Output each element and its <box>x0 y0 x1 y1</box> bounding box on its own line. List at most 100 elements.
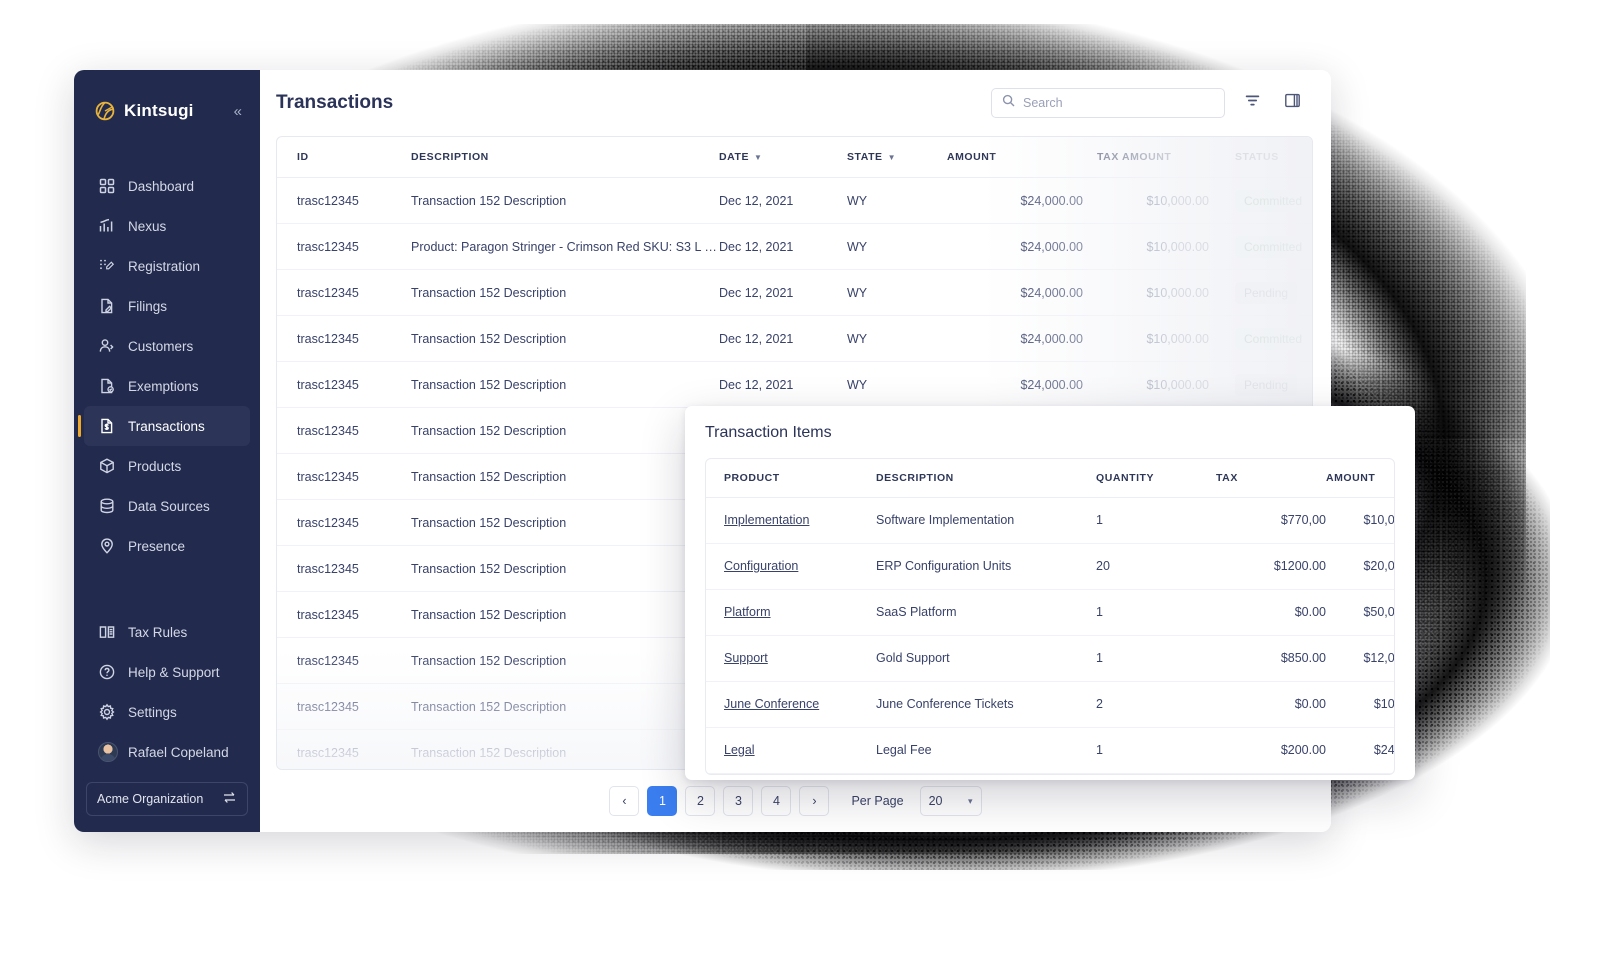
receipt-icon <box>98 417 116 435</box>
sidebar-item-customers[interactable]: Customers <box>84 326 250 366</box>
cell-product: Support <box>706 635 876 682</box>
sidebar-nav-secondary: Tax Rules Help & Support Settings Rafael… <box>74 612 260 778</box>
column-header-status[interactable]: STATUS <box>1227 137 1312 178</box>
cell-tax-amount: $10,000.00 <box>1097 269 1227 316</box>
column-header-description[interactable]: DESCRIPTION <box>395 137 719 178</box>
sidebar-item-filings[interactable]: Filings <box>84 286 250 326</box>
sidebar-item-nexus[interactable]: Nexus <box>84 206 250 246</box>
product-link[interactable]: Support <box>724 651 768 665</box>
cell-description: Transaction 152 Description <box>395 637 719 684</box>
brand-row: Kintsugi « <box>74 70 260 132</box>
column-header-tax-amount[interactable]: TAX AMOUNT <box>1097 137 1227 178</box>
transaction-items-table-body: Implementation Software Implementation 1 $7… <box>706 497 1394 774</box>
search-box[interactable] <box>991 88 1225 118</box>
pagination-prev-button[interactable]: ‹ <box>609 786 640 816</box>
cell-item-description: SaaS Platform <box>876 589 1096 636</box>
cell-amount: $24,000.00 <box>947 315 1097 362</box>
pagination-page-3[interactable]: 3 <box>723 786 754 816</box>
pagination-page-1[interactable]: 1 <box>647 786 678 816</box>
sidebar-item-label: Registration <box>128 258 201 274</box>
item-row: Configuration ERP Configuration Units 20 $1… <box>706 543 1394 590</box>
cell-status: Committed <box>1227 177 1312 224</box>
cell-item-description: June Conference Tickets <box>876 681 1096 728</box>
item-row: Platform SaaS Platform1$0.00$50,000.00 <box>706 589 1394 636</box>
sidebar-item-settings[interactable]: Settings <box>84 692 250 732</box>
sidebar-item-label: Customers <box>128 338 194 354</box>
cell-date: Dec 12, 2021 <box>719 315 847 362</box>
search-input[interactable] <box>1023 96 1214 110</box>
cell-description: Transaction 152 Description <box>395 315 719 362</box>
user-name: Rafael Copeland <box>128 744 229 760</box>
table-row[interactable]: trasc12345 Transaction 152 Description Dec… <box>277 361 1312 408</box>
sidebar-item-presence[interactable]: Presence <box>84 526 250 566</box>
sidebar-item-label: Presence <box>128 538 186 554</box>
cell-item-amount: $2400.00 <box>1326 727 1394 774</box>
cell-item-tax: $850.00 <box>1216 635 1326 682</box>
column-header-date-label: DATE <box>719 151 750 163</box>
product-link[interactable]: Implementation <box>724 513 809 527</box>
question-circle-icon <box>98 663 116 681</box>
table-row[interactable]: trasc12345 Transaction 152 Description Dec… <box>277 269 1312 316</box>
sidebar-item-user-profile[interactable]: Rafael Copeland <box>84 732 250 772</box>
cell-description: Transaction 152 Description <box>395 545 719 592</box>
cell-item-amount: $50,000.00 <box>1326 589 1394 636</box>
organization-switcher[interactable]: Acme Organization <box>86 782 248 816</box>
cell-item-quantity: 20 <box>1096 543 1216 590</box>
cell-status: Committed <box>1227 223 1312 270</box>
product-link[interactable]: Legal <box>724 743 755 757</box>
transaction-items-card: PRODUCT DESCRIPTION QUANTITY TAX AMOUNT … <box>705 458 1395 775</box>
table-row[interactable]: trasc12345 Product: Paragon Stringer - Cr… <box>277 223 1312 270</box>
transaction-items-table-head: PRODUCT DESCRIPTION QUANTITY TAX AMOUNT <box>706 459 1394 498</box>
status-badge: Committed <box>1235 327 1312 350</box>
pagination-page-2[interactable]: 2 <box>685 786 716 816</box>
cell-status: Committed <box>1227 315 1312 362</box>
pagination-next-button[interactable]: › <box>799 786 830 816</box>
sidebar-item-dashboard[interactable]: Dashboard <box>84 166 250 206</box>
cell-id: trasc12345 <box>277 315 395 362</box>
cell-id: trasc12345 <box>277 729 395 769</box>
per-page-select[interactable]: 20 ▾ <box>919 786 982 816</box>
cell-tax-amount: $10,000.00 <box>1097 223 1227 270</box>
cell-product: Implementation <box>706 497 876 544</box>
cell-id: trasc12345 <box>277 223 395 270</box>
sidebar-item-data-sources[interactable]: Data Sources <box>84 486 250 526</box>
sidebar-item-transactions[interactable]: Transactions <box>78 406 250 446</box>
pagination-page-4[interactable]: 4 <box>761 786 792 816</box>
per-page-value: 20 <box>928 794 943 808</box>
columns-layout-button[interactable] <box>1279 90 1305 116</box>
transaction-items-table: PRODUCT DESCRIPTION QUANTITY TAX AMOUNT … <box>706 459 1394 774</box>
column-header-state-label: STATE <box>847 151 883 163</box>
sidebar-item-exemptions[interactable]: Exemptions <box>84 366 250 406</box>
cell-item-tax: $200.00 <box>1216 727 1326 774</box>
sidebar-item-products[interactable]: Products <box>84 446 250 486</box>
cell-id: trasc12345 <box>277 499 395 546</box>
cell-state: WY <box>847 177 947 224</box>
table-row[interactable]: trasc12345 Transaction 152 Description Dec… <box>277 177 1312 224</box>
cell-amount: $24,000.00 <box>947 177 1097 224</box>
table-row[interactable]: trasc12345 Transaction 152 Description Dec… <box>277 315 1312 362</box>
filter-button[interactable] <box>1239 90 1265 116</box>
sort-caret-down-icon[interactable]: ▼ <box>888 153 896 162</box>
sidebar-item-help-support[interactable]: Help & Support <box>84 652 250 692</box>
sort-caret-down-icon[interactable]: ▼ <box>754 153 762 162</box>
sidebar-collapse-button[interactable]: « <box>232 102 244 121</box>
sidebar-item-label: Products <box>128 458 182 474</box>
column-header-date[interactable]: DATE ▼ <box>719 137 847 178</box>
cell-amount: $24,000.00 <box>947 223 1097 270</box>
column-header-state[interactable]: STATE ▼ <box>847 137 947 178</box>
column-header-amount[interactable]: AMOUNT <box>947 137 1097 178</box>
sidebar-item-label: Help & Support <box>128 664 220 680</box>
sidebar-item-label: Transactions <box>128 418 205 434</box>
sidebar-item-registration[interactable]: Registration <box>84 246 250 286</box>
product-link[interactable]: Configuration <box>724 559 798 573</box>
screenshot-scene: Kintsugi « Dashboard Nexus Registration … <box>0 0 1600 958</box>
column-header-id[interactable]: ID <box>277 137 395 178</box>
cell-id: trasc12345 <box>277 453 395 500</box>
sidebar-item-label: Tax Rules <box>128 624 188 640</box>
product-link[interactable]: June Conference <box>724 697 819 711</box>
product-link[interactable]: Platform <box>724 605 771 619</box>
book-icon <box>98 623 116 641</box>
cell-tax-amount: $10,000.00 <box>1097 315 1227 362</box>
sidebar-item-tax-rules[interactable]: Tax Rules <box>84 612 250 652</box>
